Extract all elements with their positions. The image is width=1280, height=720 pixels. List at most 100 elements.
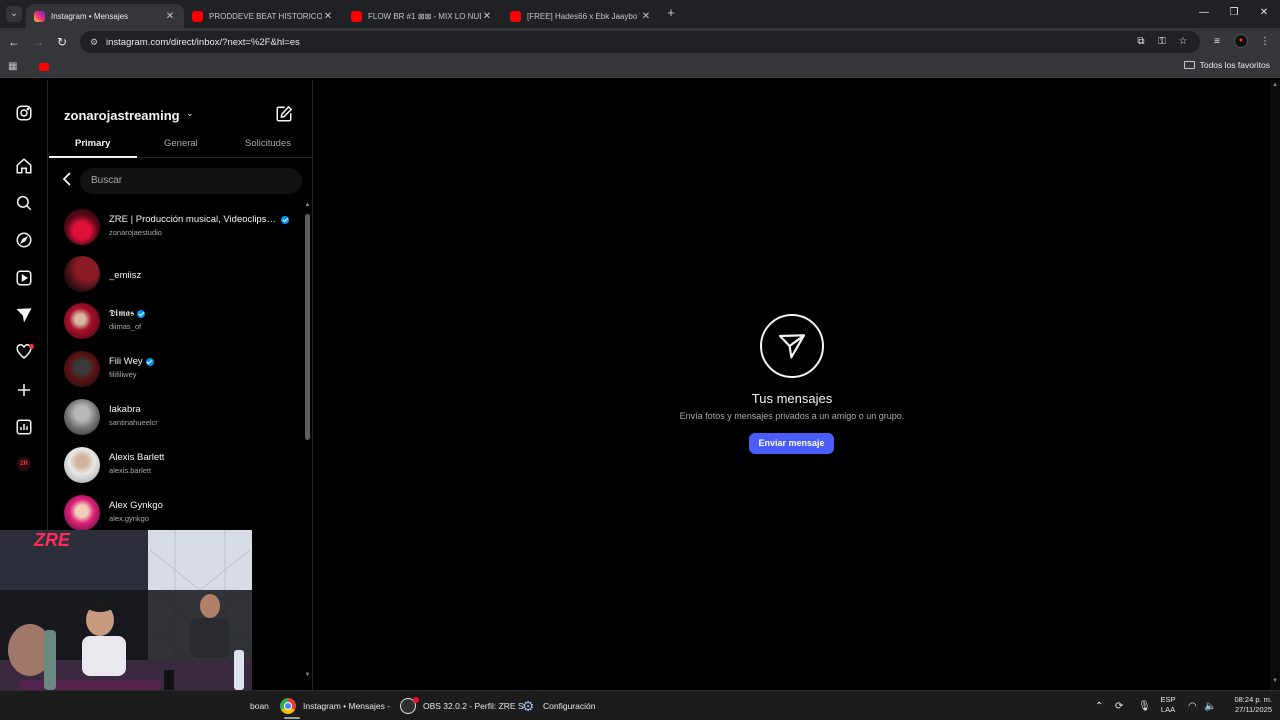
send-message-button[interactable]: Enviar mensaje — [749, 433, 834, 454]
avatar — [64, 351, 100, 387]
explore-icon[interactable] — [15, 231, 33, 249]
conversation-item[interactable]: Iakabra santinahueelcr — [49, 394, 303, 440]
install-app-icon[interactable]: ⧉ — [1134, 35, 1148, 49]
new-message-icon[interactable] — [275, 105, 293, 123]
instagram-logo-icon[interactable] — [15, 104, 33, 122]
avatar — [64, 209, 100, 245]
empty-state-title: Tus mensajes — [751, 391, 833, 406]
minimize-icon[interactable]: — — [1196, 6, 1212, 20]
recording-dot — [413, 697, 419, 703]
url-text: instagram.com/direct/inbox/?next=%2F&hl=… — [106, 36, 300, 48]
browser-tabstrip: ⌄ Instagram • Mensajes ✕ PRODDEVE BEAT H… — [0, 0, 1280, 28]
close-tab-icon[interactable]: ✕ — [481, 11, 493, 22]
account-switcher[interactable]: zonarojastreaming — [64, 108, 180, 123]
youtube-bookmark-icon[interactable] — [39, 63, 49, 71]
create-plus-icon[interactable] — [15, 381, 33, 399]
scroll-down-arrow-icon[interactable]: ▼ — [1272, 678, 1278, 684]
taskbar-item-obs[interactable]: OBS 32.0.2 - Perfil: ZRE S — [400, 691, 524, 720]
volume-icon[interactable]: 🔈 — [1204, 691, 1216, 720]
reels-icon[interactable] — [15, 269, 33, 287]
obs-icon — [400, 697, 419, 714]
password-key-icon[interactable]: ⚿ — [1155, 35, 1169, 49]
apps-grid-icon[interactable]: ▦ — [8, 61, 19, 72]
search-icon[interactable] — [15, 194, 33, 212]
notification-dot — [29, 344, 34, 349]
menu-icon[interactable]: ⋮ — [1258, 35, 1272, 49]
messages-main: Tus mensajes Envía fotos y mensajes priv… — [314, 80, 1270, 690]
address-bar[interactable]: ⚙ instagram.com/direct/inbox/?next=%2F&h… — [80, 31, 1200, 53]
youtube-icon — [351, 10, 362, 22]
language-indicator[interactable]: ESP LAA — [1156, 695, 1180, 715]
scroll-down-arrow-icon[interactable]: ▼ — [304, 672, 311, 679]
messages-icon[interactable] — [15, 306, 33, 324]
search-input[interactable]: Buscar — [80, 168, 302, 194]
close-tab-icon[interactable]: ✕ — [322, 11, 334, 22]
messenger-icon — [760, 314, 824, 378]
scroll-thumb[interactable] — [305, 214, 310, 440]
forward-icon[interactable]: → — [30, 34, 46, 50]
tab-youtube-1[interactable]: PRODDEVE BEAT HISTORICO TI ✕ — [184, 4, 342, 28]
conversation-item[interactable]: ZRE | Producción musical, Videoclips, y.… — [49, 204, 303, 250]
conversation-item[interactable]: _emiisz — [49, 250, 303, 296]
empty-state-subtitle: Envía fotos y mensajes privados a un ami… — [679, 411, 905, 421]
system-clock[interactable]: 08:24 p. m. 27/11/2025 — [1222, 695, 1272, 715]
conversation-item[interactable]: 𝕯𝖎𝖒𝖆𝖘 diimas_of — [49, 298, 303, 344]
verified-badge-icon — [137, 309, 146, 318]
close-tab-icon[interactable]: ✕ — [164, 11, 176, 22]
conversation-item[interactable]: Fili Wey filifiliwey — [49, 346, 303, 392]
dashboard-icon[interactable] — [15, 418, 33, 436]
avatar — [64, 399, 100, 435]
microphone-icon[interactable]: 🎙 — [1138, 691, 1151, 720]
restore-icon[interactable]: ❐ — [1226, 6, 1242, 20]
instagram-icon — [34, 10, 45, 22]
avatar — [64, 495, 100, 531]
taskbar-item-app[interactable]: boan — [250, 691, 269, 720]
folder-icon — [1183, 61, 1195, 69]
conversation-scrollbar[interactable]: ▲ ▼ — [303, 202, 312, 680]
profile-avatar-icon[interactable]: ZR — [17, 457, 31, 471]
close-tab-icon[interactable]: ✕ — [640, 11, 652, 22]
tab-search-icon[interactable]: ⌄ — [6, 6, 22, 22]
media-controls-icon[interactable]: ≡ — [1210, 35, 1224, 49]
verified-badge-icon — [145, 357, 154, 366]
avatar — [64, 256, 100, 292]
chevron-left-icon[interactable] — [61, 172, 73, 186]
scroll-up-arrow-icon[interactable]: ▲ — [1272, 82, 1278, 88]
wifi-icon[interactable]: ◠ — [1188, 691, 1197, 720]
chevron-down-icon[interactable]: ⌄ — [186, 108, 194, 119]
bookmarks-bar: ▦ Todos los favoritos — [0, 56, 1280, 78]
youtube-icon — [192, 10, 203, 22]
tab-youtube-2[interactable]: FLOW BR #1 ⊠⊠ - MIX LO NUEV ✕ — [343, 4, 501, 28]
reload-icon[interactable]: ↻ — [54, 34, 70, 50]
conversation-item[interactable]: Alexis Barlett alexis.barlett — [49, 442, 303, 488]
close-window-icon[interactable]: ✕ — [1256, 6, 1272, 20]
tab-primary[interactable]: Primary — [75, 138, 110, 149]
page-scrollbar[interactable]: ▲ ▼ — [1270, 80, 1280, 690]
active-tab-indicator — [49, 156, 137, 158]
avatar — [64, 303, 100, 339]
tab-instagram[interactable]: Instagram • Mensajes ✕ — [26, 4, 184, 28]
gear-icon: ⚙ — [521, 698, 535, 714]
home-icon[interactable] — [15, 157, 33, 175]
youtube-icon — [510, 10, 521, 22]
browser-toolbar: ← → ↻ ⚙ instagram.com/direct/inbox/?next… — [0, 28, 1280, 56]
sync-icon[interactable]: ⟳ — [1115, 691, 1123, 720]
tab-general[interactable]: General — [164, 138, 198, 149]
taskbar-item-chrome[interactable]: Instagram • Mensajes - — [280, 691, 390, 720]
tab-youtube-3[interactable]: [FREE] Hades66 x Ebk Jaaybo Ty ✕ — [502, 4, 660, 28]
chrome-icon — [280, 698, 296, 714]
avatar — [64, 447, 100, 483]
show-hidden-icons-chevron-icon[interactable]: ⌃ — [1095, 691, 1103, 720]
taskbar-item-settings[interactable]: ⚙ Configuración — [520, 691, 596, 720]
inbox-tabs: Primary General Solicitudes — [49, 132, 313, 158]
back-icon[interactable]: ← — [6, 34, 22, 50]
new-tab-button[interactable]: + — [664, 6, 678, 20]
windows-taskbar: boan Instagram • Mensajes - OBS 32.0.2 -… — [0, 690, 1280, 720]
verified-badge-icon — [281, 215, 289, 224]
tab-requests[interactable]: Solicitudes — [245, 138, 291, 149]
all-bookmarks-button[interactable]: Todos los favoritos — [1183, 60, 1270, 70]
profile-avatar[interactable]: ● — [1234, 34, 1248, 48]
bookmark-star-icon[interactable]: ☆ — [1176, 35, 1190, 49]
scroll-up-arrow-icon[interactable]: ▲ — [304, 202, 311, 209]
site-info-icon[interactable]: ⚙ — [90, 37, 100, 47]
